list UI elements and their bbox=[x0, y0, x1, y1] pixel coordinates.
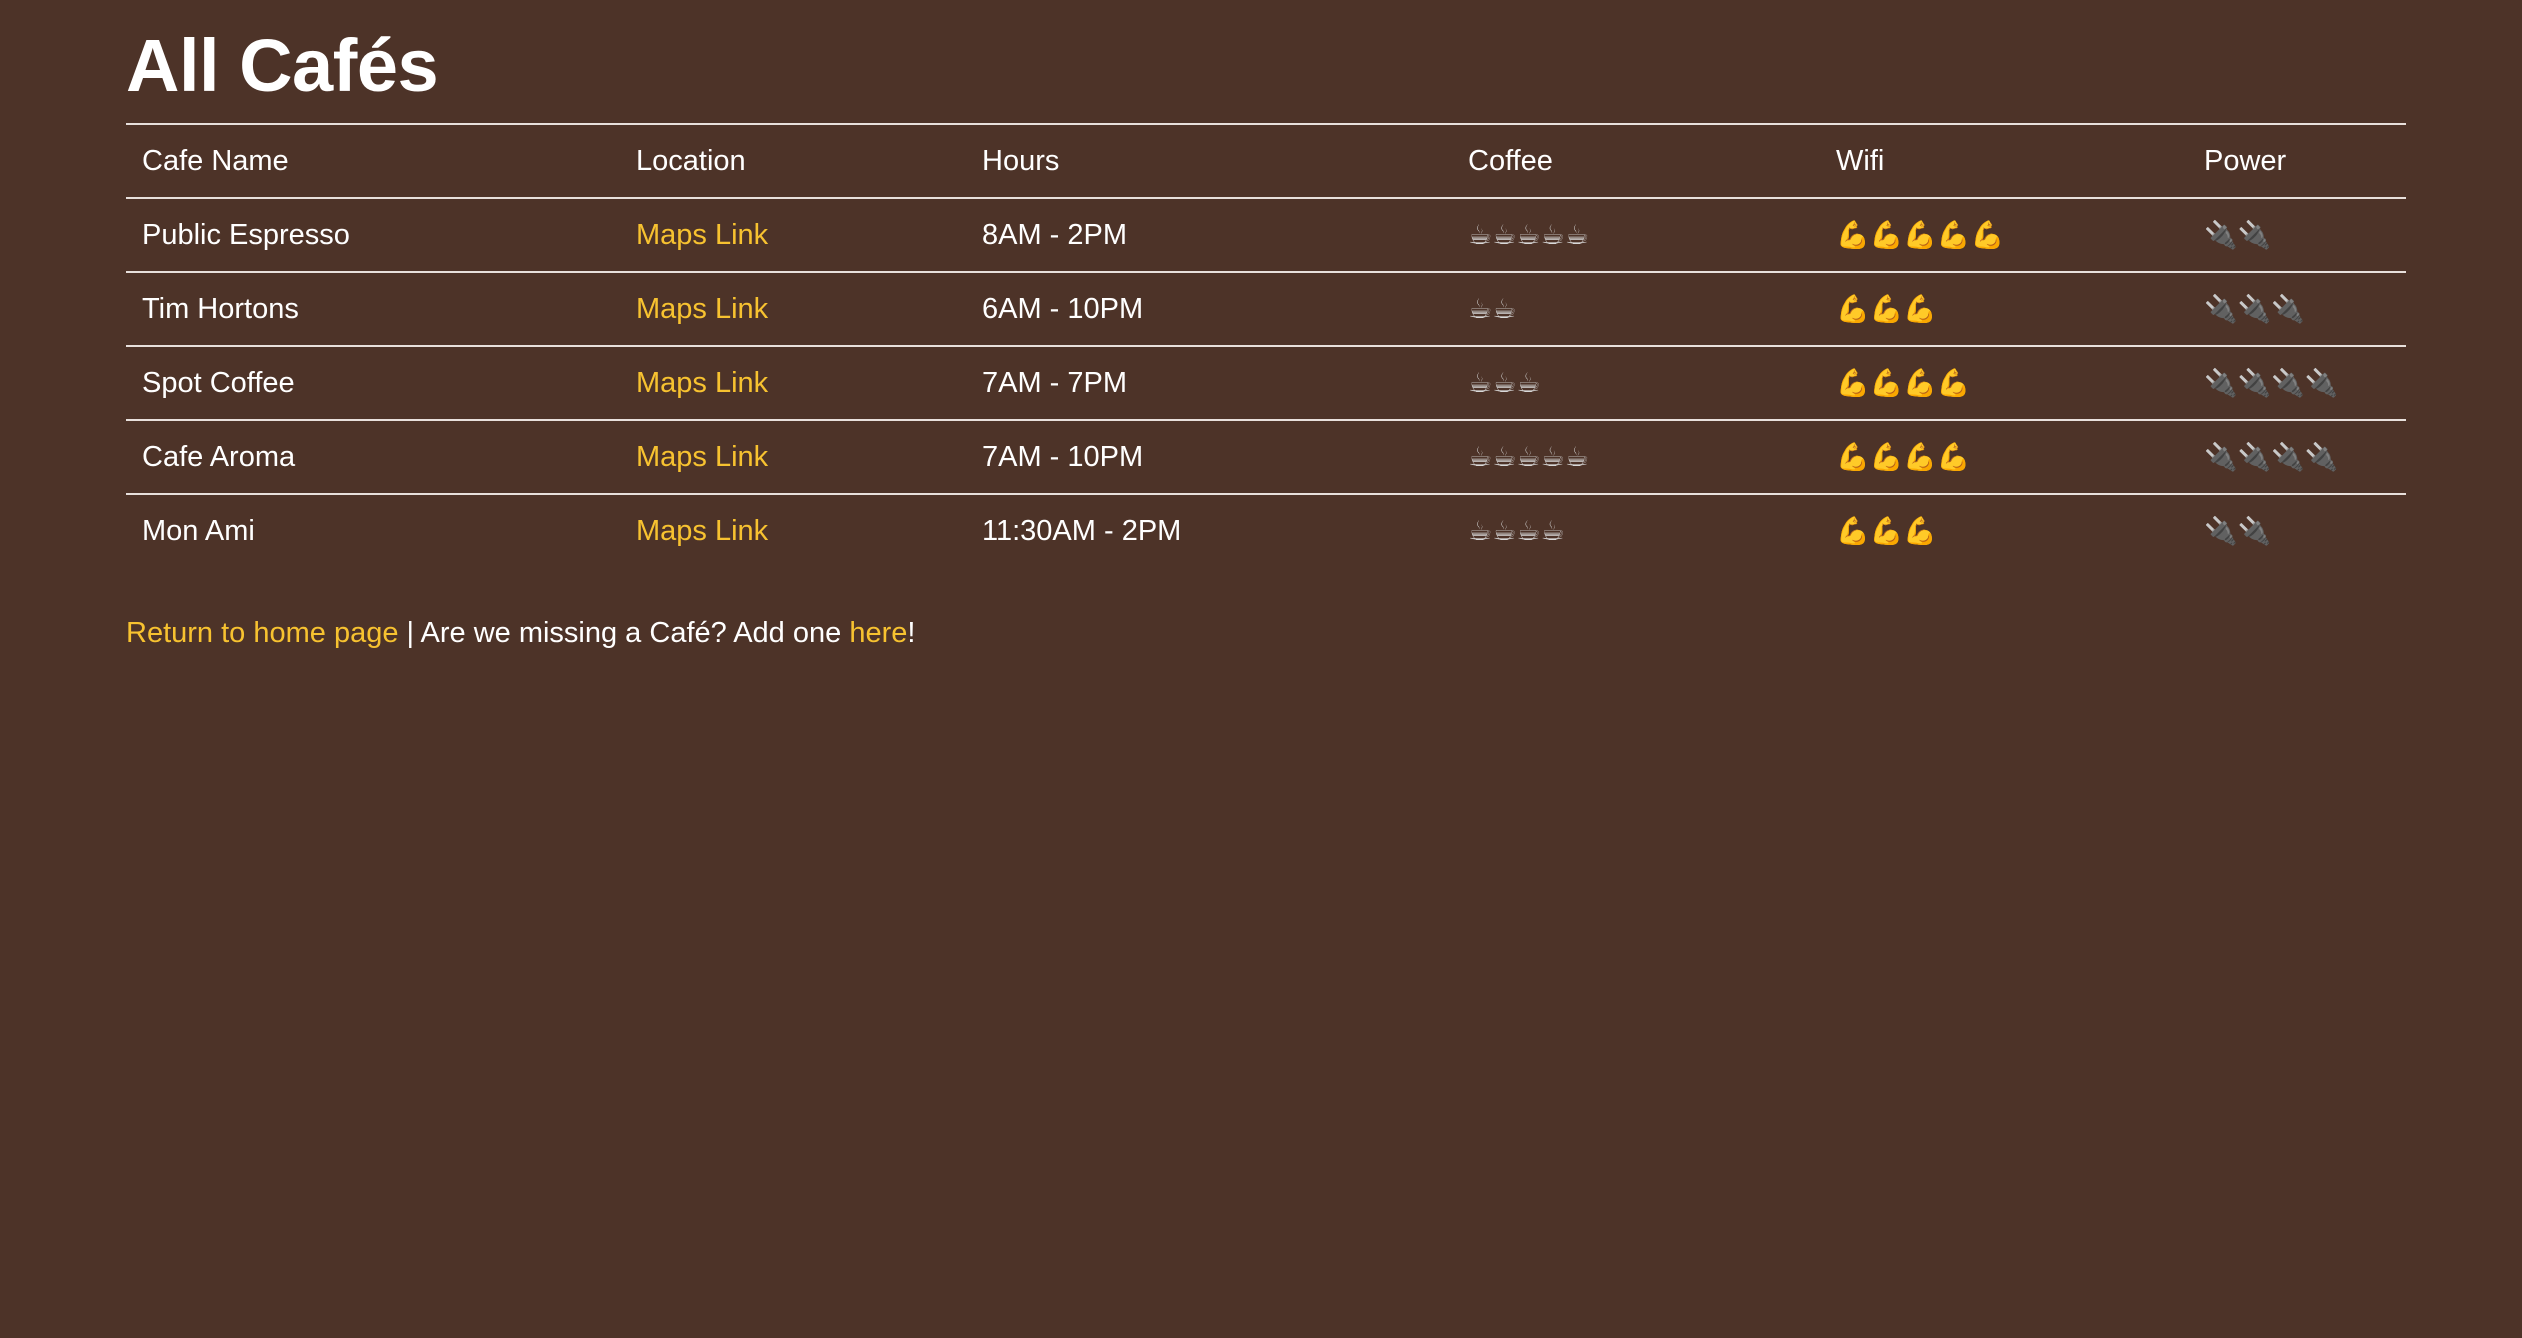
cafe-name: Cafe Aroma bbox=[126, 420, 620, 495]
footer-text: | Are we missing a Café? Add one bbox=[398, 617, 850, 649]
coffee-cup-icon: ☕☕☕☕☕ bbox=[1468, 441, 1590, 473]
cafes-table: Cafe Name Location Hours Coffee Wifi Pow… bbox=[126, 123, 2406, 567]
power-rating: 🔌🔌🔌🔌 bbox=[2188, 420, 2406, 495]
power-rating: 🔌🔌 bbox=[2188, 494, 2406, 567]
header-power: Power bbox=[2188, 124, 2406, 199]
cafe-name: Mon Ami bbox=[142, 514, 255, 547]
electric-plug-icon: 🔌🔌🔌🔌 bbox=[2204, 441, 2339, 473]
cafe-name: Tim Hortons bbox=[126, 272, 620, 347]
header-coffee: Coffee bbox=[1452, 124, 1820, 199]
electric-plug-icon: 🔌🔌 bbox=[2204, 219, 2272, 251]
add-cafe-link[interactable]: here bbox=[849, 617, 907, 649]
footer: Return to home page | Are we missing a C… bbox=[126, 613, 2406, 653]
header-wifi: Wifi bbox=[1820, 124, 2188, 199]
table-row: Cafe Aroma Maps Link 7AM - 10PM ☕☕☕☕☕ 💪💪… bbox=[126, 420, 2406, 495]
maps-link[interactable]: Maps Link bbox=[636, 293, 768, 325]
table-row: Tim Hortons Maps Link 6AM - 10PM ☕☕ 💪💪💪 … bbox=[126, 272, 2406, 347]
table-row: Mon Ami Maps Link 11:30AM - 2PM ☕☕☕☕ 💪💪💪… bbox=[126, 494, 2406, 567]
electric-plug-icon: 🔌🔌🔌🔌 bbox=[2204, 367, 2339, 399]
flexed-biceps-icon: 💪💪💪💪 bbox=[1836, 441, 1971, 473]
hours: 7AM - 7PM bbox=[966, 346, 1452, 421]
table-header-row: Cafe Name Location Hours Coffee Wifi Pow… bbox=[126, 124, 2406, 199]
power-rating: 🔌🔌🔌🔌 bbox=[2188, 346, 2406, 421]
flexed-biceps-icon: 💪💪💪 bbox=[1836, 293, 1937, 325]
wifi-rating: 💪💪💪💪 bbox=[1820, 420, 2188, 495]
coffee-cup-icon: ☕☕☕☕☕ bbox=[1468, 219, 1590, 251]
table-row: Public Espresso Maps Link 8AM - 2PM ☕☕☕☕… bbox=[126, 198, 2406, 273]
flexed-biceps-icon: 💪💪💪💪💪 bbox=[1836, 219, 2005, 251]
header-hours: Hours bbox=[966, 124, 1452, 199]
wifi-rating: 💪💪💪💪 bbox=[1820, 346, 2188, 421]
coffee-rating: ☕☕ bbox=[1452, 272, 1820, 347]
power-rating: 🔌🔌🔌 bbox=[2188, 272, 2406, 347]
maps-link[interactable]: Maps Link bbox=[636, 367, 768, 399]
electric-plug-icon: 🔌🔌🔌 bbox=[2204, 293, 2305, 325]
header-cafe-name: Cafe Name bbox=[126, 124, 620, 199]
maps-link[interactable]: Maps Link bbox=[636, 441, 768, 473]
coffee-rating: ☕☕☕ bbox=[1452, 346, 1820, 421]
location-cell: Maps Link bbox=[620, 420, 966, 495]
coffee-cup-icon: ☕☕ bbox=[1468, 293, 1517, 325]
wifi-rating: 💪💪💪 bbox=[1820, 494, 2188, 567]
maps-link[interactable]: Maps Link bbox=[636, 219, 768, 251]
hours: 11:30AM - 2PM bbox=[982, 514, 1182, 547]
location-cell: Maps Link bbox=[620, 494, 966, 567]
location-cell: Maps Link bbox=[620, 346, 966, 421]
table-row: Spot Coffee Maps Link 7AM - 7PM ☕☕☕ 💪💪💪💪… bbox=[126, 346, 2406, 421]
hours: 7AM - 10PM bbox=[966, 420, 1452, 495]
flexed-biceps-icon: 💪💪💪 bbox=[1836, 515, 1937, 547]
return-home-link[interactable]: Return to home page bbox=[126, 617, 398, 649]
coffee-rating: ☕☕☕☕ bbox=[1452, 494, 1820, 567]
cafe-name: Spot Coffee bbox=[126, 346, 620, 421]
hours: 8AM - 2PM bbox=[966, 198, 1452, 273]
page-title: All Cafés bbox=[126, 24, 439, 107]
maps-link[interactable]: Maps Link bbox=[636, 515, 768, 547]
power-rating: 🔌🔌 bbox=[2188, 198, 2406, 273]
footer-end-text: ! bbox=[907, 617, 916, 649]
cafe-name: Public Espresso bbox=[126, 198, 620, 273]
header-location: Location bbox=[620, 124, 966, 199]
electric-plug-icon: 🔌🔌 bbox=[2204, 515, 2272, 547]
location-cell: Maps Link bbox=[620, 198, 966, 273]
page-container: All Cafés Cafe Name Location Hours Coffe… bbox=[126, 20, 2406, 653]
wifi-rating: 💪💪💪💪💪 bbox=[1820, 198, 2188, 273]
location-cell: Maps Link bbox=[620, 272, 966, 347]
coffee-rating: ☕☕☕☕☕ bbox=[1452, 420, 1820, 495]
flexed-biceps-icon: 💪💪💪💪 bbox=[1836, 367, 1971, 399]
hours: 6AM - 10PM bbox=[966, 272, 1452, 347]
coffee-cup-icon: ☕☕☕☕ bbox=[1468, 515, 1565, 547]
coffee-rating: ☕☕☕☕☕ bbox=[1452, 198, 1820, 273]
coffee-cup-icon: ☕☕☕ bbox=[1468, 367, 1541, 399]
wifi-rating: 💪💪💪 bbox=[1820, 272, 2188, 347]
